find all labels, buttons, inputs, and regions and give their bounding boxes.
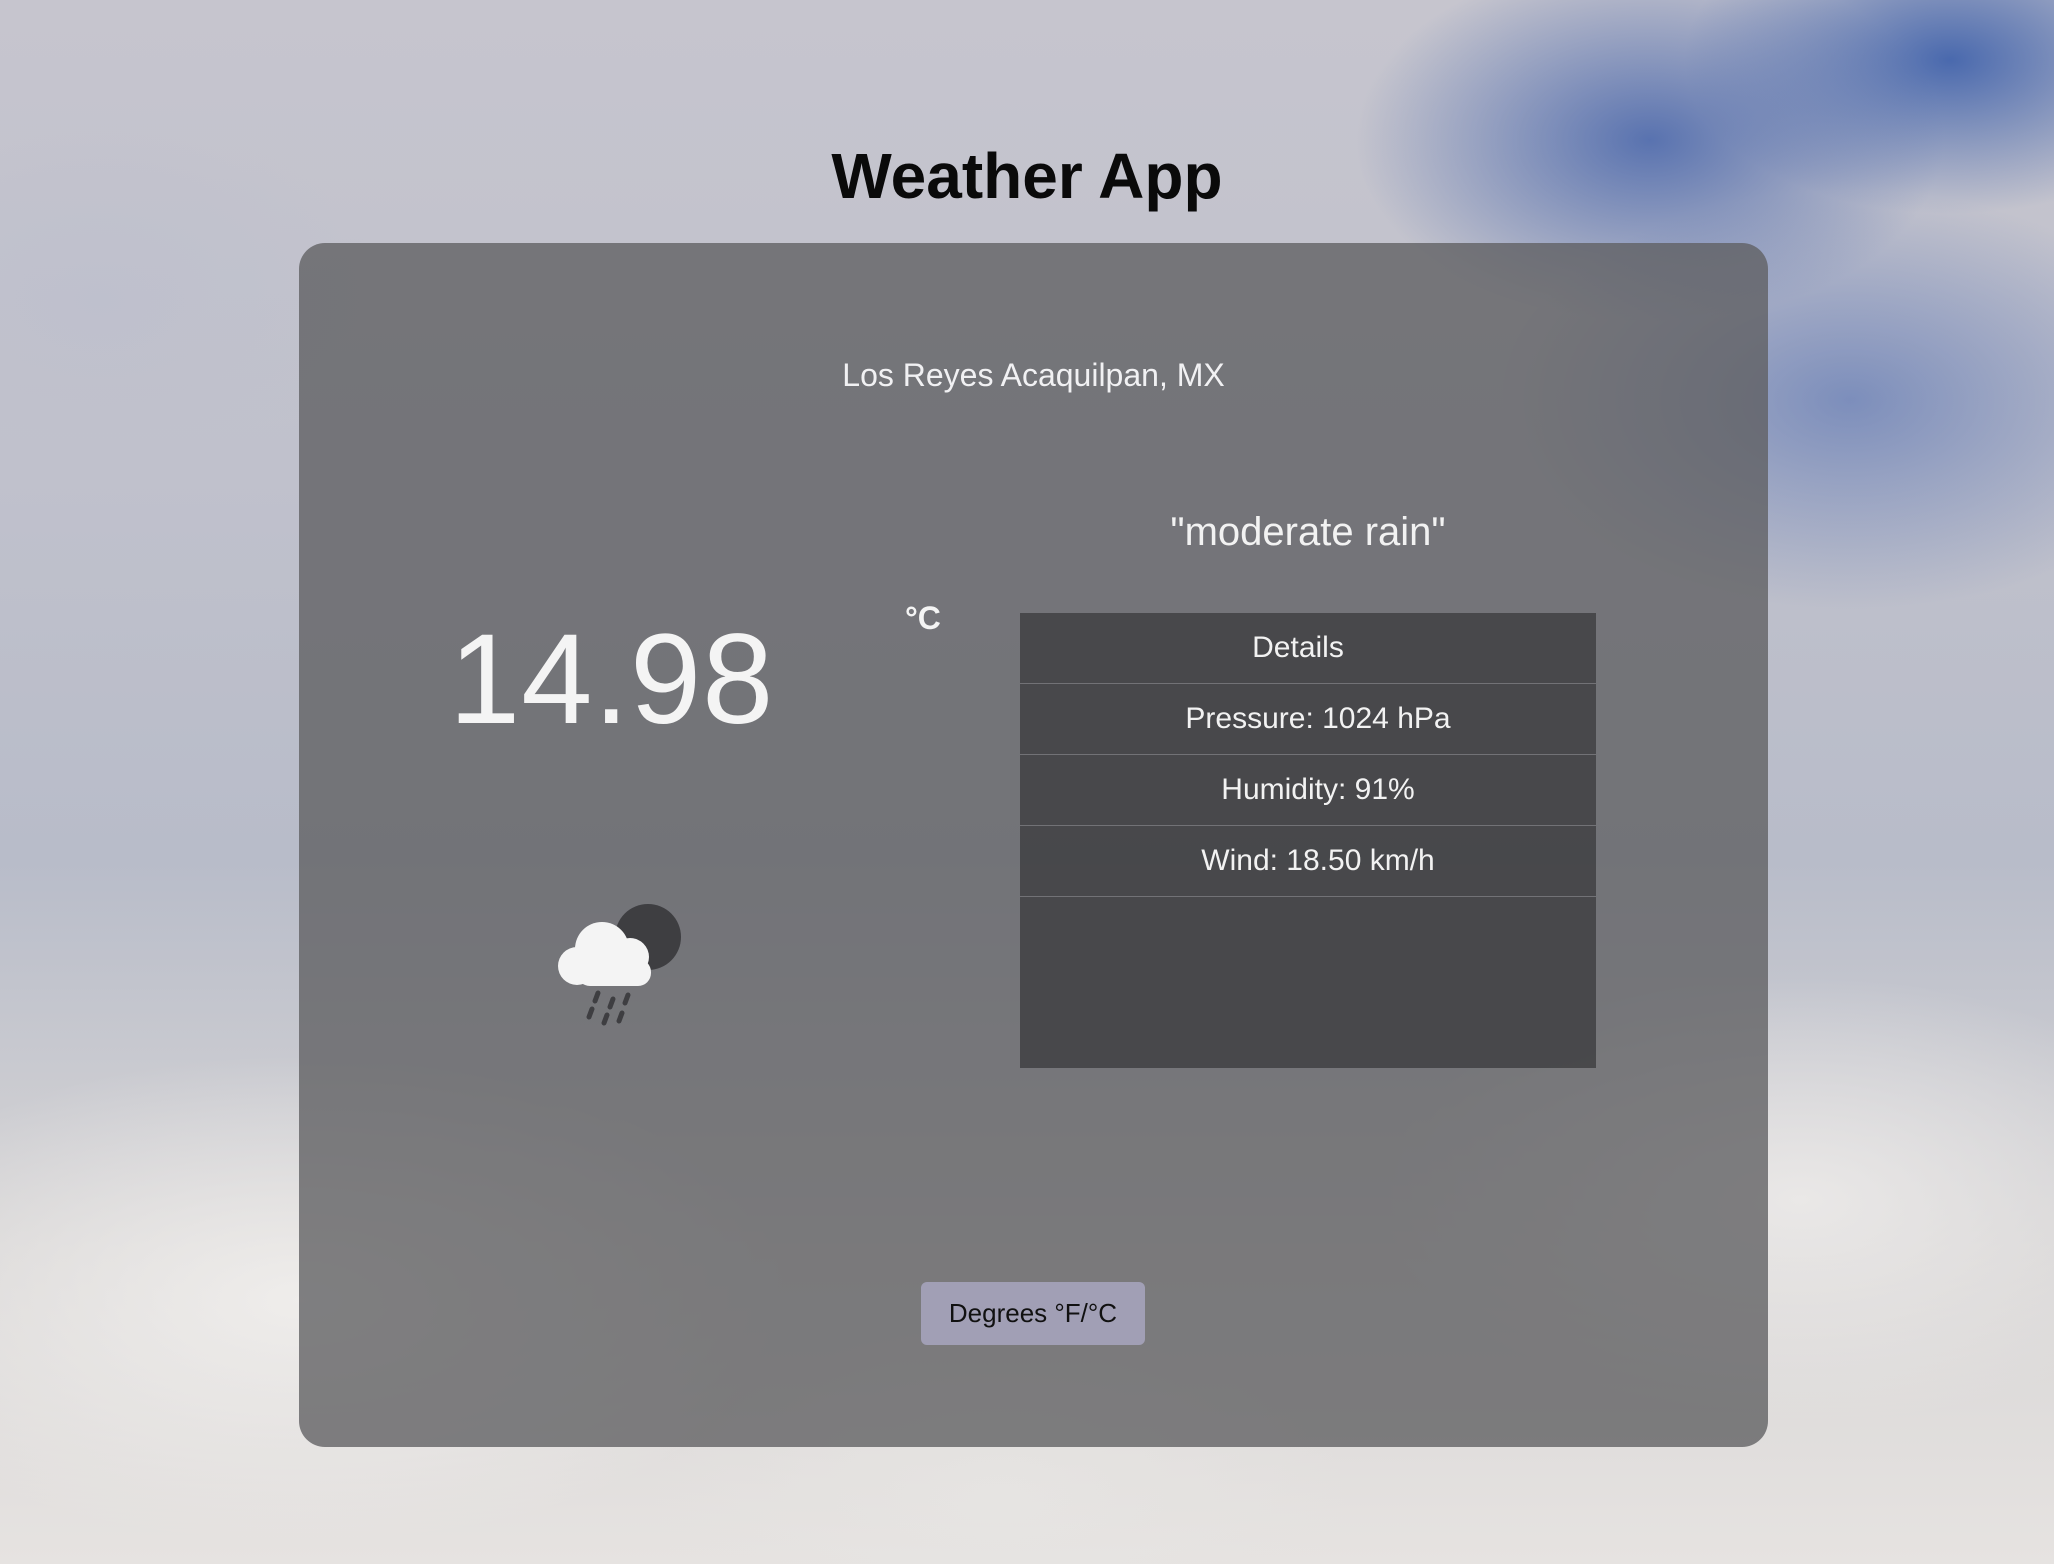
temperature-unit: °C bbox=[905, 600, 941, 636]
temperature-value: 14.98 bbox=[449, 608, 775, 751]
cloud-sun-rain-icon bbox=[552, 899, 696, 1029]
weather-card: Los Reyes Acaquilpan, MX 14.98 °C "moder bbox=[299, 243, 1768, 1447]
unit-toggle-button[interactable]: Degrees °F/°C bbox=[921, 1282, 1145, 1345]
details-panel: Details Pressure: 1024 hPa Humidity: 91%… bbox=[1020, 613, 1596, 1068]
page-title: Weather App bbox=[831, 140, 1223, 212]
location-label: Los Reyes Acaquilpan, MX bbox=[842, 357, 1225, 393]
details-humidity: Humidity: 91% bbox=[1020, 755, 1596, 826]
details-header: Details bbox=[1020, 613, 1596, 684]
temperature-display: 14.98 °C bbox=[449, 600, 941, 751]
details-wind: Wind: 18.50 km/h bbox=[1020, 826, 1596, 897]
details-pressure: Pressure: 1024 hPa bbox=[1020, 684, 1596, 755]
weather-description: "moderate rain" bbox=[1170, 510, 1446, 554]
